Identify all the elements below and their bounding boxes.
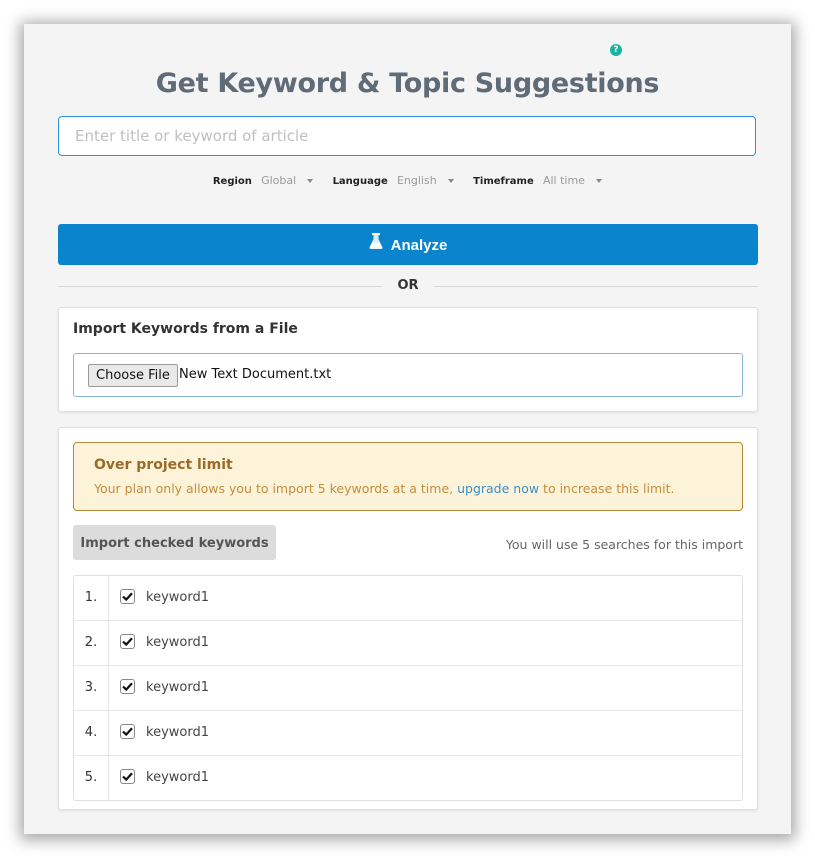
table-row: 2. keyword1 — [74, 620, 742, 665]
alert-text-before: Your plan only allows you to import 5 ke… — [94, 481, 458, 496]
region-filter-label: Region — [212, 176, 252, 187]
timeframe-filter[interactable]: Timeframe All time — [473, 174, 603, 187]
keyword-checkbox[interactable] — [120, 679, 135, 694]
table-row: 3. keyword1 — [74, 665, 742, 710]
alert-title: Over project limit — [94, 457, 233, 473]
filters-row: Region Global Language English Timeframe… — [24, 174, 791, 187]
selected-file-name: New Text Document.txt — [179, 367, 332, 382]
over-limit-alert: Over project limit Your plan only allows… — [73, 442, 743, 511]
flask-icon — [369, 224, 383, 265]
caret-down-icon[interactable] — [307, 179, 314, 183]
keyword-label: keyword1 — [146, 770, 209, 785]
keyword-checkbox[interactable] — [120, 769, 135, 784]
import-file-title: Import Keywords from a File — [73, 321, 298, 337]
keyword-checkbox[interactable] — [120, 724, 135, 739]
searches-usage-note: You will use 5 searches for this import — [505, 537, 743, 552]
page-title: Get Keyword & Topic Suggestions — [24, 68, 791, 99]
checkmark-icon — [122, 637, 133, 647]
keyword-label: keyword1 — [146, 635, 209, 650]
page-title-text: Get Keyword & Topic Suggestions — [155, 68, 660, 99]
or-divider: OR — [58, 277, 758, 297]
import-checked-keywords-button[interactable]: Import checked keywords — [73, 525, 276, 560]
file-input[interactable]: Choose File New Text Document.txt — [73, 353, 743, 397]
checkmark-icon — [122, 592, 133, 602]
choose-file-button[interactable]: Choose File — [88, 364, 178, 387]
analyze-button-label: Analyze — [390, 237, 448, 254]
table-row: 5. keyword1 — [74, 755, 742, 800]
table-row: 1. keyword1 — [74, 576, 742, 620]
checkmark-icon — [122, 772, 133, 782]
keywords-table: 1. keyword1 2. keyword1 3. keyword1 4. k… — [73, 575, 743, 801]
analyze-button[interactable]: Analyze — [58, 224, 758, 265]
question-circle-icon[interactable]: ? — [610, 44, 622, 56]
divider-line-right — [434, 286, 758, 287]
checkmark-icon — [122, 727, 133, 737]
import-file-card: Import Keywords from a File Choose File … — [58, 307, 758, 412]
keyword-suggestions-panel: Get Keyword & Topic Suggestions ? Region… — [24, 24, 791, 834]
upgrade-now-link[interactable]: upgrade now — [457, 481, 539, 496]
keyword-label: keyword1 — [146, 680, 209, 695]
caret-down-icon[interactable] — [447, 179, 454, 183]
search-input[interactable] — [58, 116, 756, 156]
row-number: 5. — [74, 756, 109, 800]
region-filter[interactable]: Region Global — [213, 174, 314, 187]
caret-down-icon[interactable] — [596, 179, 603, 183]
timeframe-filter-value[interactable]: All time — [543, 174, 585, 187]
keyword-label: keyword1 — [146, 590, 209, 605]
language-filter-value[interactable]: English — [397, 174, 437, 187]
row-number: 3. — [74, 666, 109, 710]
language-filter-label: Language — [332, 176, 388, 187]
row-number: 4. — [74, 711, 109, 755]
keyword-checkbox[interactable] — [120, 634, 135, 649]
keyword-checkbox[interactable] — [120, 589, 135, 604]
row-number: 1. — [74, 576, 109, 620]
row-number: 2. — [74, 621, 109, 665]
table-row: 4. keyword1 — [74, 710, 742, 755]
checkmark-icon — [122, 682, 133, 692]
timeframe-filter-label: Timeframe — [473, 176, 534, 187]
keyword-label: keyword1 — [146, 725, 209, 740]
keyword-import-card: Over project limit Your plan only allows… — [58, 427, 758, 810]
alert-message: Your plan only allows you to import 5 ke… — [94, 481, 675, 496]
language-filter[interactable]: Language English — [333, 174, 454, 187]
alert-text-after: to increase this limit. — [539, 481, 675, 496]
region-filter-value[interactable]: Global — [261, 174, 296, 187]
